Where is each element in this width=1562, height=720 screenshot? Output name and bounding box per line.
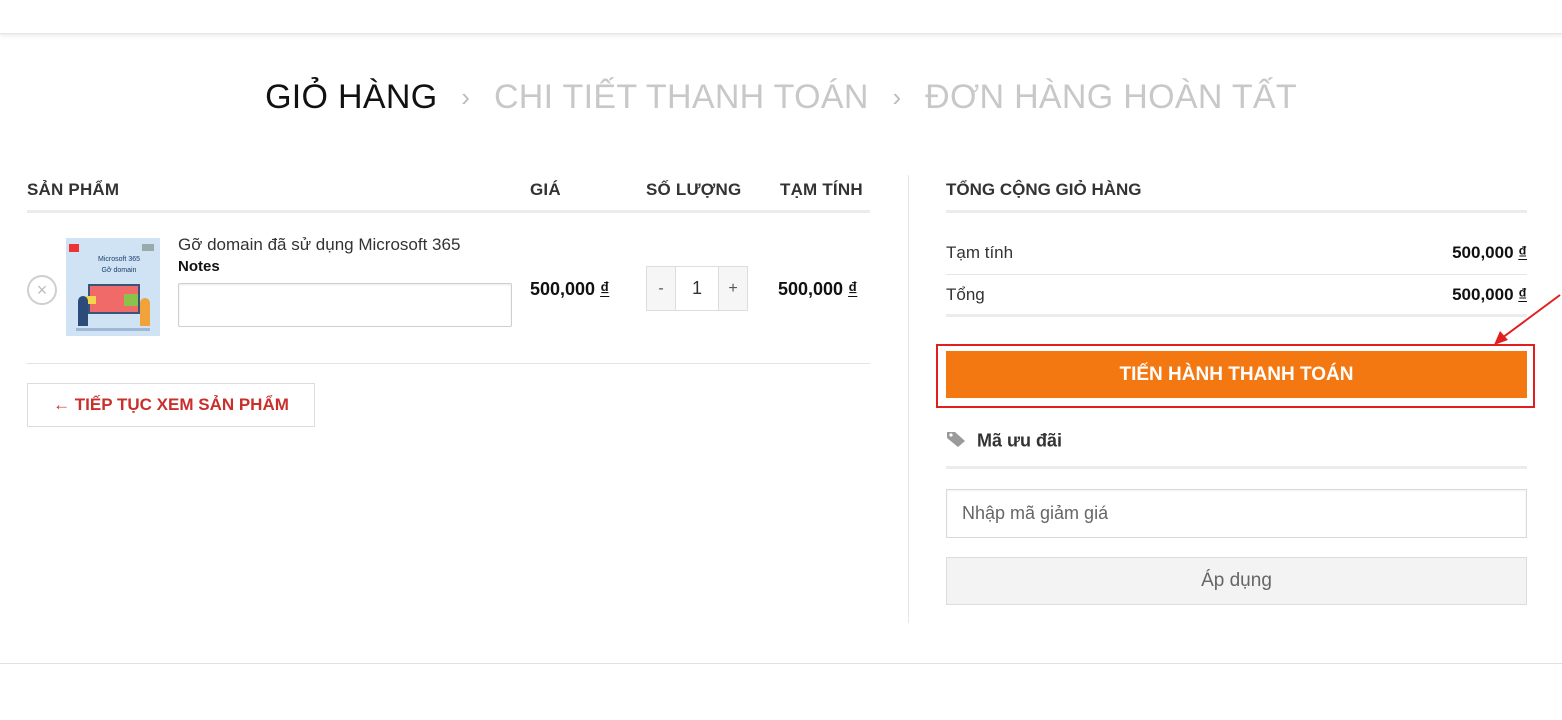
header-subtotal: TẠM TÍNH bbox=[780, 180, 863, 199]
total-label: Tổng bbox=[946, 285, 985, 304]
continue-shopping-button[interactable]: ← TIẾP TỤC XEM SẢN PHẨM bbox=[27, 383, 315, 427]
item-subtotal-value: 500,000 bbox=[778, 279, 844, 299]
item-subtotal: 500,000 ₫ bbox=[778, 279, 857, 300]
coupon-code-input[interactable] bbox=[946, 489, 1527, 538]
header-divider bbox=[27, 210, 870, 213]
currency-symbol: ₫ bbox=[1518, 243, 1527, 262]
notes-textarea[interactable] bbox=[178, 283, 512, 327]
tag-icon bbox=[946, 430, 966, 453]
header-price: GIÁ bbox=[530, 180, 561, 199]
brand-logo-icon bbox=[69, 244, 79, 252]
quantity-plus-button[interactable]: + bbox=[719, 267, 747, 310]
red-arrow-icon bbox=[1494, 294, 1561, 345]
illustration-card bbox=[124, 294, 138, 306]
header-quantity: SỐ LƯỢNG bbox=[646, 180, 742, 199]
subtotal-value: 500,000 ₫ bbox=[1452, 243, 1527, 263]
subtotal-amount: 500,000 bbox=[1452, 243, 1514, 262]
totals-divider bbox=[946, 210, 1527, 213]
currency-symbol: ₫ bbox=[600, 279, 610, 299]
step-order-complete: ĐƠN HÀNG HOÀN TẤT bbox=[925, 77, 1297, 116]
quantity-stepper[interactable]: - 1 + bbox=[646, 266, 748, 311]
quantity-input[interactable]: 1 bbox=[675, 267, 719, 310]
product-name-link[interactable]: Gỡ domain đã sử dụng Microsoft 365 bbox=[178, 235, 460, 255]
item-price-value: 500,000 bbox=[530, 279, 596, 299]
remove-item-icon[interactable]: × bbox=[27, 275, 57, 305]
header-product: SẢN PHẨM bbox=[27, 180, 120, 199]
item-price: 500,000 ₫ bbox=[530, 279, 609, 300]
step-separator-icon: › bbox=[892, 81, 902, 112]
illustration-person bbox=[78, 296, 88, 326]
illustration-footer bbox=[76, 328, 150, 331]
proceed-to-checkout-button[interactable]: TIẾN HÀNH THANH TOÁN bbox=[946, 351, 1527, 398]
cart-totals-title: TỔNG CỘNG GIỎ HÀNG bbox=[946, 180, 1142, 199]
step-cart[interactable]: GIỎ HÀNG bbox=[265, 78, 437, 117]
subtotal-label: Tạm tính bbox=[946, 243, 1014, 262]
checkout-steps: GIỎ HÀNG › CHI TIẾT THANH TOÁN › ĐƠN HÀN… bbox=[0, 76, 1562, 117]
column-divider bbox=[908, 175, 909, 623]
currency-symbol: ₫ bbox=[848, 279, 858, 299]
notes-label: Notes bbox=[178, 258, 220, 275]
quantity-minus-button[interactable]: - bbox=[647, 267, 675, 310]
row-divider bbox=[27, 363, 870, 364]
thumb-subtitle: Gỡ domain bbox=[101, 267, 137, 274]
apply-coupon-button[interactable]: Áp dụng bbox=[946, 557, 1527, 605]
footer-divider bbox=[0, 663, 1562, 664]
product-thumbnail[interactable]: Microsoft 365 Gỡ domain bbox=[66, 238, 160, 336]
coupon-heading: Mã ưu đãi bbox=[946, 430, 1062, 453]
step-checkout-details[interactable]: CHI TIẾT THANH TOÁN bbox=[494, 78, 869, 117]
coupon-title: Mã ưu đãi bbox=[977, 430, 1063, 451]
illustration-person bbox=[140, 298, 150, 326]
coupon-divider bbox=[946, 466, 1527, 469]
totals-row-total: Tổng 500,000 ₫ bbox=[946, 275, 1527, 317]
microsoft-logo-icon bbox=[142, 244, 154, 251]
thumb-title: Microsoft 365 bbox=[97, 256, 141, 263]
top-header-bar bbox=[0, 0, 1562, 34]
step-separator-icon: › bbox=[461, 81, 471, 112]
totals-row-subtotal: Tạm tính 500,000 ₫ bbox=[946, 233, 1527, 275]
